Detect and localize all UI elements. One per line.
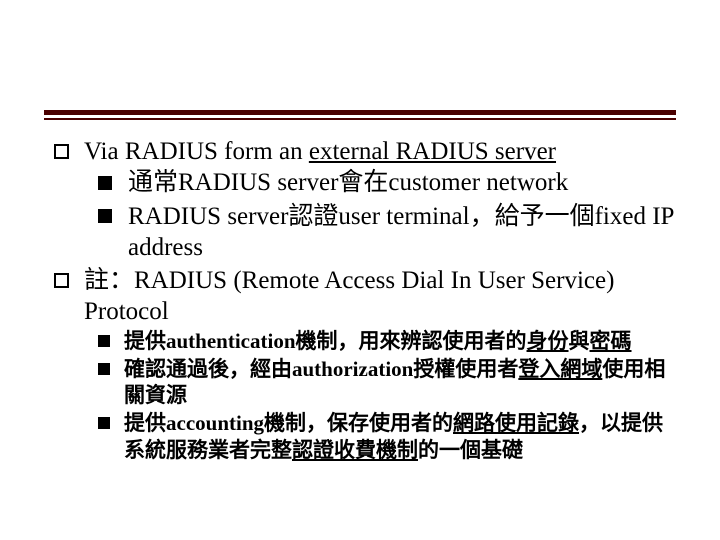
divider-thin <box>44 118 676 120</box>
bullet2-sub2: 確認通過後，經由authorization授權使用者登入網域使用相關資源 <box>98 356 676 409</box>
bullet2-sub3: 提供accounting機制，保存使用者的網路使用記錄，以提供系統服務業者完整認… <box>98 410 676 463</box>
b2s3-u1: 網路使用記錄 <box>453 411 579 435</box>
bullet-via-radius: Via RADIUS form an external RADIUS serve… <box>54 136 676 263</box>
b2s3-pre: 提供accounting機制，保存使用者的 <box>124 411 453 435</box>
bullet1-underline: external RADIUS server <box>309 138 556 165</box>
b2s1-pre: 提供authentication機制，用來辨認使用者的 <box>124 329 527 353</box>
bullet-list: Via RADIUS form an external RADIUS serve… <box>54 136 676 463</box>
bullet1-sub1: 通常RADIUS server會在customer network <box>98 167 676 198</box>
b2s3-post: 的一個基礎 <box>418 438 523 462</box>
bullet1-pre: Via RADIUS form an <box>84 138 309 165</box>
b2s1-mid: 與 <box>569 329 590 353</box>
b2s1-u1: 身份 <box>527 329 569 353</box>
b2s3-u2: 認證收費機制 <box>292 438 418 462</box>
b2s2-pre: 確認通過後，經由authorization授權使用者 <box>124 357 518 381</box>
bullet1-sub2: RADIUS server認證user terminal，給予一個fixed I… <box>98 201 676 264</box>
bullet2-sub1: 提供authentication機制，用來辨認使用者的身份與密碼 <box>98 328 676 354</box>
bullet2-sublist: 提供authentication機制，用來辨認使用者的身份與密碼 確認通過後，經… <box>84 328 676 463</box>
b2s1-u2: 密碼 <box>590 329 632 353</box>
bullet2-text: 註：RADIUS (Remote Access Dial In User Ser… <box>84 267 614 325</box>
bullet-note-radius: 註：RADIUS (Remote Access Dial In User Ser… <box>54 265 676 463</box>
b2s2-u: 登入網域 <box>518 357 602 381</box>
bullet1-sublist: 通常RADIUS server會在customer network RADIUS… <box>84 167 676 263</box>
content-area: Via RADIUS form an external RADIUS serve… <box>54 136 676 465</box>
title-divider <box>44 110 676 120</box>
slide-container: Via RADIUS form an external RADIUS serve… <box>0 0 720 540</box>
